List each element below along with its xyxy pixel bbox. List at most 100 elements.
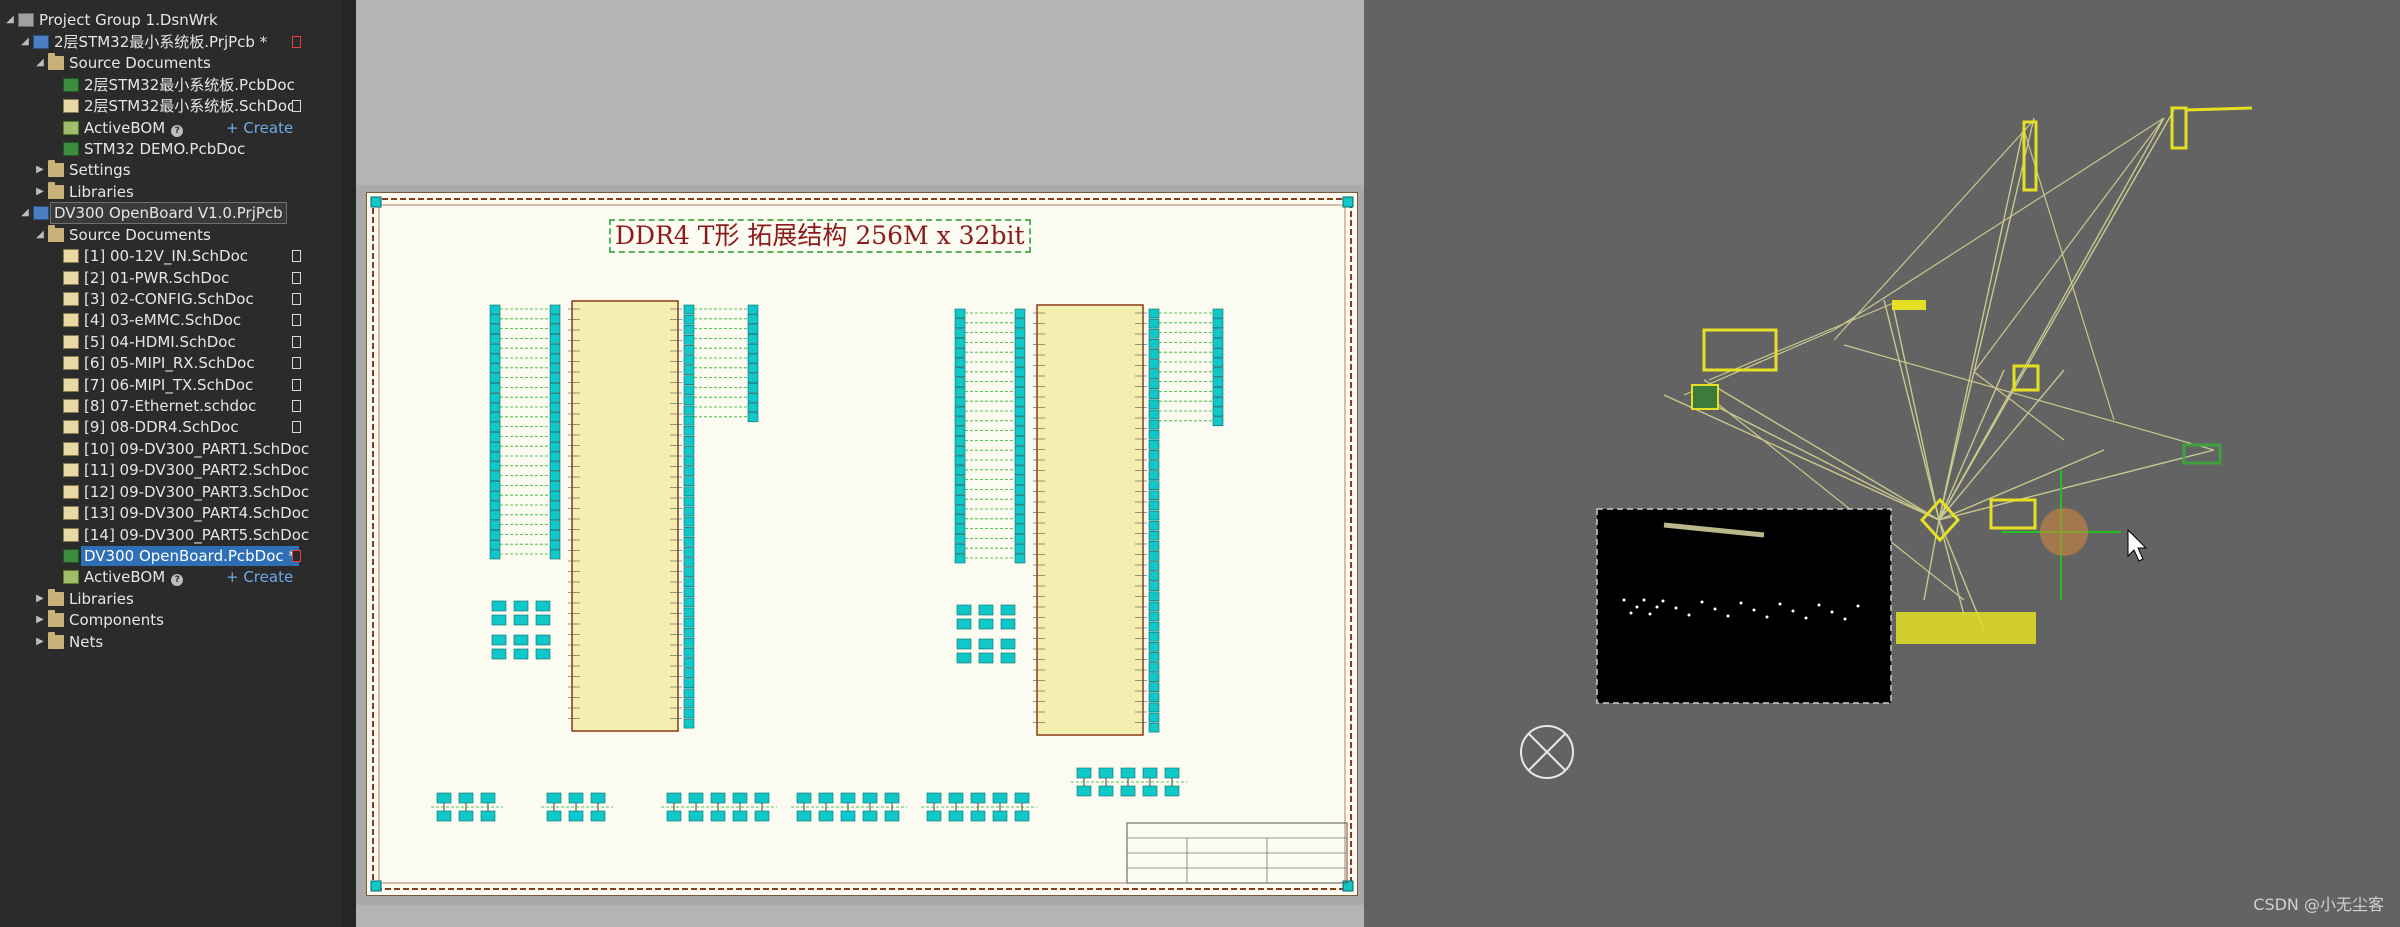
capacitor-symbol xyxy=(513,648,529,660)
expand-arrow-icon[interactable]: ▶ xyxy=(34,610,46,630)
tree-item[interactable]: [11] 09-DV300_PART2.SchDoc xyxy=(0,460,342,480)
collapse-arrow-icon[interactable]: ◢ xyxy=(4,10,16,30)
tree-item[interactable]: 2层STM32最小系统板.PcbDoc xyxy=(0,75,342,95)
tree-item-label: [9] 08-DDR4.SchDoc xyxy=(84,418,239,437)
collapse-arrow-icon[interactable]: ◢ xyxy=(19,203,31,223)
folder-icon xyxy=(48,224,64,242)
pcb-component xyxy=(2185,106,2253,112)
tree-item[interactable]: [7] 06-MIPI_TX.SchDoc xyxy=(0,375,342,395)
pin-marker xyxy=(1148,672,1160,682)
capacitor-symbol xyxy=(970,810,986,822)
tree-item-label: [3] 02-CONFIG.SchDoc xyxy=(84,289,254,308)
tree-item[interactable]: ▶ Libraries xyxy=(0,181,342,202)
tree-item[interactable]: ▶ Components xyxy=(0,610,342,630)
tree-item[interactable]: ▶ Settings xyxy=(0,160,342,180)
tree-item[interactable]: STM32 DEMO.PcbDoc xyxy=(0,139,342,159)
tree-item-label: ActiveBOM? xyxy=(81,118,186,138)
modified-document-icon xyxy=(292,549,301,562)
expand-arrow-icon[interactable]: ▶ xyxy=(34,160,46,180)
tree-item[interactable]: ▶ Nets xyxy=(0,631,342,652)
capacitor-symbol xyxy=(688,792,704,804)
capacitor-symbol xyxy=(732,792,748,804)
pin-marker xyxy=(1148,460,1160,470)
pcb-document-icon xyxy=(63,142,79,156)
document-status-icon xyxy=(292,250,301,263)
tree-item-label: 2层STM32最小系统板.PcbDoc xyxy=(84,75,295,94)
pin-marker xyxy=(549,451,561,462)
tree-item[interactable]: ◢ Source Documents xyxy=(0,53,342,73)
capacitor-symbol xyxy=(1164,785,1180,797)
schematic-editor[interactable]: DDR4 T形 拓展结构 256M x 32bit xyxy=(356,0,1364,927)
tree-item[interactable]: [10] 09-DV300_PART1.SchDoc xyxy=(0,439,342,459)
tree-item[interactable]: ◢ DV300 OpenBoard V1.0.PrjPcb xyxy=(0,202,342,225)
capacitor-symbol xyxy=(491,600,507,612)
pin-marker xyxy=(549,539,561,550)
collapse-arrow-icon[interactable]: ◢ xyxy=(34,53,46,73)
pin-marker xyxy=(747,324,759,334)
collapse-arrow-icon[interactable]: ◢ xyxy=(19,32,31,52)
schematic-sheet[interactable]: DDR4 T形 拓展结构 256M x 32bit xyxy=(366,192,1358,896)
tree-item[interactable]: [12] 09-DV300_PART3.SchDoc xyxy=(0,482,342,502)
pin-marker xyxy=(1148,581,1160,592)
expand-arrow-icon[interactable]: ▶ xyxy=(34,632,46,652)
tree-item[interactable]: [6] 05-MIPI_RX.SchDoc xyxy=(0,353,342,373)
capacitor-symbol xyxy=(1120,767,1136,779)
tree-item[interactable]: [2] 01-PWR.SchDoc xyxy=(0,268,342,288)
create-bom-link[interactable]: + Create xyxy=(226,118,293,138)
pin-marker xyxy=(683,536,695,547)
schematic-drawing xyxy=(370,196,1354,892)
tree-item[interactable]: [13] 09-DV300_PART4.SchDoc xyxy=(0,503,342,523)
create-bom-link[interactable]: + Create xyxy=(226,567,293,587)
tree-item[interactable]: [9] 08-DDR4.SchDoc xyxy=(0,417,342,437)
capacitor-symbol xyxy=(862,792,878,804)
pcb-editor[interactable]: CSDN @小无尘客 xyxy=(1364,0,2400,927)
capacitor-symbol xyxy=(926,810,942,822)
pin-marker xyxy=(683,678,695,689)
pin-marker xyxy=(1014,543,1026,554)
pin-marker xyxy=(1212,406,1224,417)
pin-marker xyxy=(549,412,561,423)
pin-marker xyxy=(549,441,561,452)
tree-item[interactable]: ActiveBOM? + Create xyxy=(0,567,342,587)
expand-arrow-icon[interactable]: ▶ xyxy=(34,589,46,609)
pin-marker xyxy=(683,597,695,608)
ratsnest-line xyxy=(1708,301,1897,381)
tree-item[interactable]: [5] 04-HDMI.SchDoc xyxy=(0,332,342,352)
tree-item[interactable]: [14] 09-DV300_PART5.SchDoc xyxy=(0,525,342,545)
ratsnest-line xyxy=(1938,117,2165,521)
pin-marker xyxy=(683,304,695,315)
tree-item[interactable]: ▶ Libraries xyxy=(0,588,342,609)
help-icon[interactable]: ? xyxy=(171,574,184,587)
tree-item[interactable]: ◢ 2层STM32最小系统板.PrjPcb * xyxy=(0,32,342,52)
ratsnest-line xyxy=(1663,394,1940,521)
pin-marker xyxy=(489,461,501,472)
pin-marker xyxy=(489,334,501,344)
pin-marker xyxy=(489,510,501,521)
tree-item[interactable]: ◢ Source Documents xyxy=(0,224,342,245)
tree-item[interactable]: ActiveBOM? + Create xyxy=(0,118,342,138)
pcb-canvas[interactable] xyxy=(1364,0,2400,927)
pin-marker xyxy=(1212,328,1224,338)
capacitor-symbol xyxy=(1000,638,1016,650)
folder-icon xyxy=(48,610,64,628)
tree-item[interactable]: [4] 03-eMMC.SchDoc xyxy=(0,310,342,330)
panel-splitter[interactable] xyxy=(342,0,356,927)
capacitor-symbol xyxy=(948,792,964,804)
capacitor-symbol xyxy=(926,792,942,804)
pin-marker xyxy=(954,426,966,436)
pin-marker xyxy=(549,481,561,491)
collapse-arrow-icon[interactable]: ◢ xyxy=(34,225,46,245)
pin-marker xyxy=(1148,591,1160,602)
tree-item[interactable]: [1] 00-12V_IN.SchDoc xyxy=(0,246,342,266)
tree-item[interactable]: [8] 07-Ethernet.schdoc xyxy=(0,396,342,416)
schematic-document-icon xyxy=(63,249,79,264)
schematic-document-icon xyxy=(63,334,79,349)
folder-icon xyxy=(48,181,64,199)
help-icon[interactable]: ? xyxy=(171,124,184,137)
tree-item[interactable]: 2层STM32最小系统板.SchDoc xyxy=(0,96,342,116)
tree-item-label: DV300 OpenBoard.PcbDoc * xyxy=(81,545,299,566)
tree-item[interactable]: DV300 OpenBoard.PcbDoc * xyxy=(0,545,342,566)
tree-item[interactable]: [3] 02-CONFIG.SchDoc xyxy=(0,289,342,309)
tree-item[interactable]: ◢ Project Group 1.DsnWrk xyxy=(0,10,342,30)
expand-arrow-icon[interactable]: ▶ xyxy=(34,182,46,202)
